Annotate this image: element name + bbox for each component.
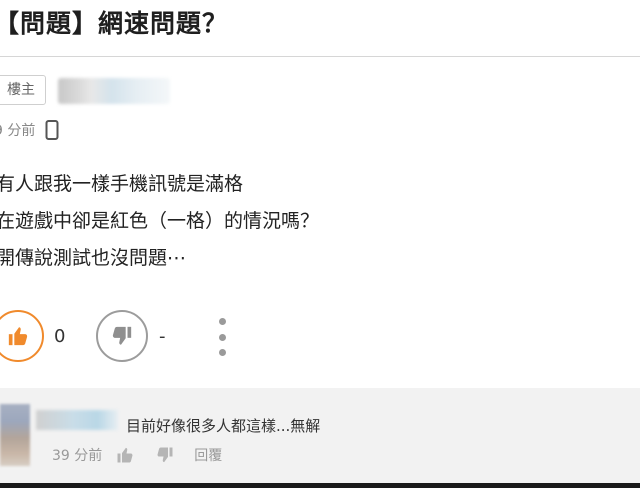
avatar[interactable] (0, 404, 30, 466)
title-divider (0, 56, 640, 57)
post-actions: 0 - (0, 308, 640, 366)
reply-section: 目前好像很多人都這樣...無解 39 分前 回覆 (0, 388, 640, 488)
post-body: 有人跟我一樣手機訊號是滿格 在遊戲中卻是紅色（一格）的情況嗎？ 開傳說測試也沒問… (0, 166, 319, 277)
thumbs-up-icon (8, 327, 28, 346)
post-meta: 9 分前 (0, 118, 59, 142)
thumbs-down-icon (112, 326, 132, 345)
post-title: 【問題】網速問題？ (0, 9, 229, 38)
more-vertical-icon-dot (218, 349, 226, 356)
reply-meta: 39 分前 回覆 (52, 444, 222, 466)
reply-button[interactable]: 回覆 (194, 445, 222, 465)
like-count: 0 (54, 326, 66, 347)
dislike-button[interactable] (96, 310, 148, 362)
author-name-blurred[interactable] (58, 78, 170, 104)
post-time: 9 分前 (0, 123, 36, 139)
more-vertical-icon-dot (218, 333, 226, 341)
reply-time: 39 分前 (52, 448, 103, 464)
reply-text: 目前好像很多人都這樣...無解 (126, 417, 321, 435)
post-body-line: 開傳說測試也沒問題⋯ (0, 247, 187, 269)
op-badge: 樓主 (0, 75, 46, 105)
more-vertical-icon-dot (218, 318, 226, 325)
thumbs-up-icon[interactable] (116, 446, 134, 464)
dislike-count: - (159, 326, 166, 347)
thumbs-down-icon[interactable] (156, 446, 174, 464)
mobile-phone-icon (45, 120, 59, 140)
more-options-button[interactable] (212, 318, 232, 356)
reply-author-blurred[interactable] (36, 410, 118, 430)
like-button[interactable] (0, 310, 44, 362)
post-body-line: 在遊戲中卻是紅色（一格）的情況嗎？ (0, 210, 320, 232)
post-body-line: 有人跟我一樣手機訊號是滿格 (0, 173, 244, 195)
bottom-edge-bar (0, 483, 640, 488)
